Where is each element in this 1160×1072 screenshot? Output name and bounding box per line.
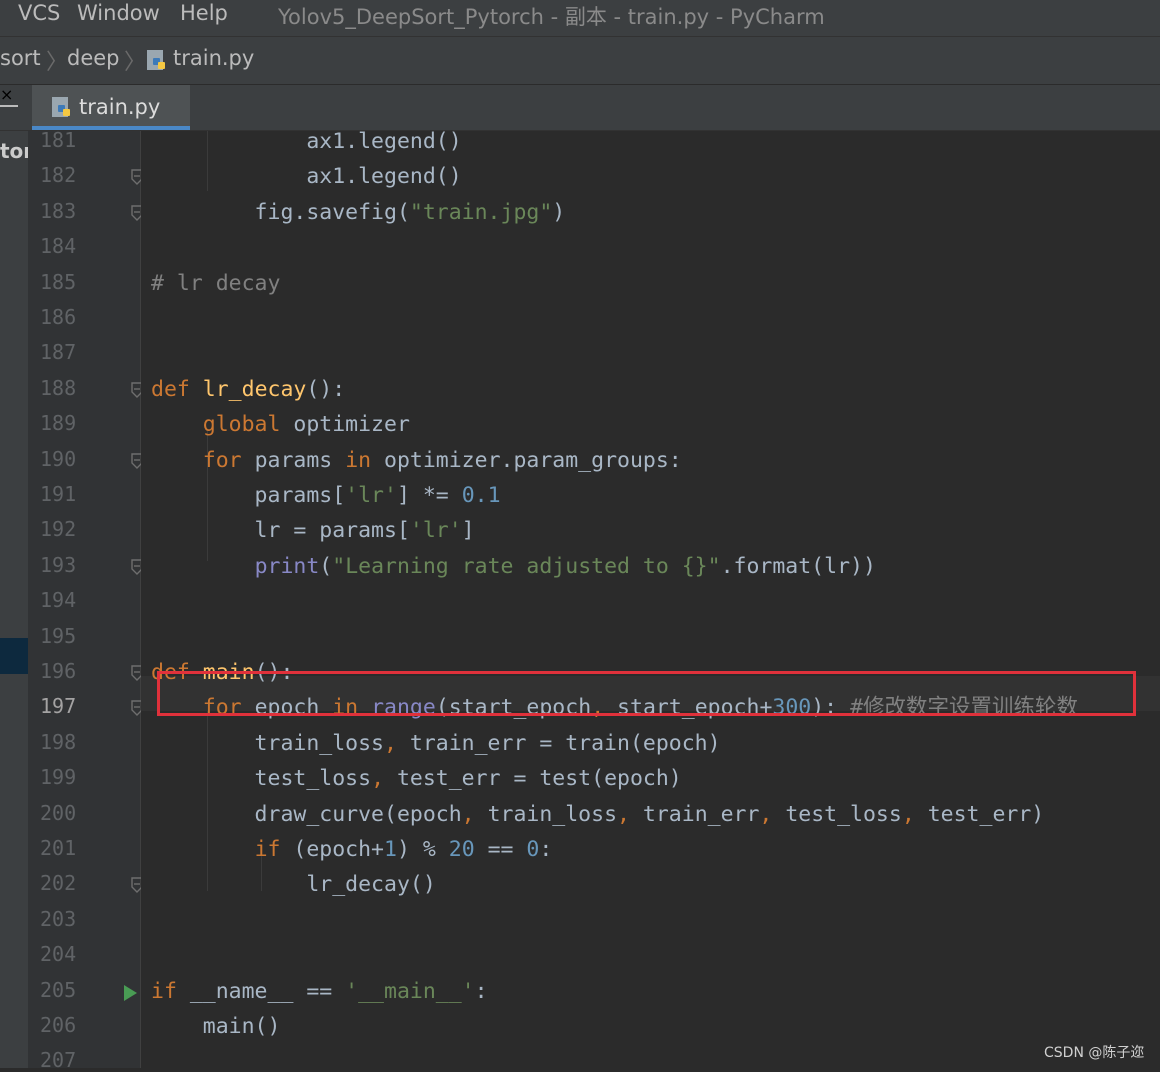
code-line[interactable]: params['lr'] *= 0.1: [151, 481, 501, 511]
line-number: 190: [40, 446, 77, 471]
code-line[interactable]: train_loss, train_err = train(epoch): [151, 729, 721, 759]
code-line[interactable]: def lr_decay():: [151, 375, 345, 405]
line-number: 201: [40, 836, 77, 860]
python-file-icon: [51, 96, 73, 125]
code-line[interactable]: ax1.legend(): [151, 162, 461, 192]
line-number: 200: [40, 800, 77, 825]
project-panel-strip[interactable]: torc: [0, 131, 45, 1068]
line-number: 192: [40, 517, 77, 542]
line-number: 184: [40, 234, 77, 259]
code-line[interactable]: lr = params['lr']: [151, 516, 475, 546]
line-number: 194: [40, 588, 77, 613]
line-number: 198: [40, 729, 77, 754]
chevron-right-icon: 〉: [124, 50, 147, 75]
line-number: 183: [40, 198, 77, 223]
line-number: 182: [40, 163, 77, 188]
code-line[interactable]: # lr decay: [151, 269, 280, 299]
minimize-icon[interactable]: [0, 105, 18, 107]
code-line[interactable]: for params in optimizer.param_groups:: [151, 446, 682, 476]
tab-label: train.py: [79, 95, 161, 119]
close-icon[interactable]: ×: [0, 85, 13, 104]
code-editor[interactable]: ax1.legend() ax1.legend() fig.savefig("t…: [141, 131, 1160, 1068]
code-line[interactable]: test_loss, test_err = test(epoch): [151, 764, 682, 794]
chevron-right-icon: 〉: [46, 50, 69, 75]
line-number: 207: [40, 1048, 77, 1072]
menu-vcs[interactable]: VCS: [18, 1, 60, 25]
watermark: CSDN @陈子迩: [1044, 1045, 1145, 1061]
line-number: 203: [40, 906, 77, 931]
menu-bar: VCS Window Help Yolov5_DeepSort_Pytorch …: [0, 0, 1160, 37]
line-number: 189: [40, 411, 77, 436]
code-line[interactable]: draw_curve(epoch, train_loss, train_err,…: [151, 800, 1045, 830]
code-line[interactable]: global optimizer: [151, 410, 410, 440]
line-number: 185: [40, 269, 77, 294]
breadcrumb-item-train-py[interactable]: train.py: [173, 46, 254, 70]
line-number-gutter: 181 182 183 184 185 186 187 188 189 190 191 192 193 1…: [28, 128, 143, 1072]
line-number: 188: [40, 375, 77, 400]
line-number: 193: [40, 552, 77, 577]
code-line[interactable]: if (epoch+1) % 20 == 0:: [151, 835, 553, 865]
line-number: 186: [40, 305, 77, 329]
line-number: 181: [40, 128, 77, 152]
breadcrumb: sort 〉 deep 〉 train.py: [0, 37, 1160, 85]
window-title: Yolov5_DeepSort_Pytorch - 副本 - train.py …: [278, 5, 825, 29]
highlight-box: [157, 671, 1136, 716]
line-number: 204: [40, 942, 77, 967]
tab-train-py[interactable]: train.py: [32, 85, 190, 130]
line-number: 197: [40, 694, 77, 719]
project-selected-row: [0, 638, 28, 674]
code-line[interactable]: fig.savefig("train.jpg"): [151, 198, 566, 228]
line-number: 206: [40, 1013, 77, 1037]
menu-window[interactable]: Window: [77, 1, 160, 25]
breadcrumb-item-deep[interactable]: deep: [67, 46, 120, 70]
line-number: 196: [40, 659, 77, 683]
code-line[interactable]: main(): [151, 1012, 281, 1042]
editor-tab-bar: train.py ×: [0, 85, 1160, 131]
line-number: 202: [40, 871, 77, 896]
breadcrumb-item-sort[interactable]: sort: [0, 46, 41, 70]
line-number: 191: [40, 482, 77, 506]
line-number: 205: [40, 977, 77, 1002]
run-icon[interactable]: [124, 984, 137, 1001]
code-line[interactable]: ax1.legend(): [151, 131, 461, 157]
line-number: 195: [40, 623, 77, 648]
line-number: 187: [40, 340, 77, 365]
code-line[interactable]: print("Learning rate adjusted to {}".for…: [151, 552, 876, 582]
python-file-icon: [146, 49, 168, 78]
code-line[interactable]: if __name__ == '__main__':: [151, 977, 488, 1007]
menu-help[interactable]: Help: [180, 1, 228, 25]
code-line[interactable]: lr_decay(): [151, 870, 435, 900]
line-number: 199: [40, 765, 77, 790]
